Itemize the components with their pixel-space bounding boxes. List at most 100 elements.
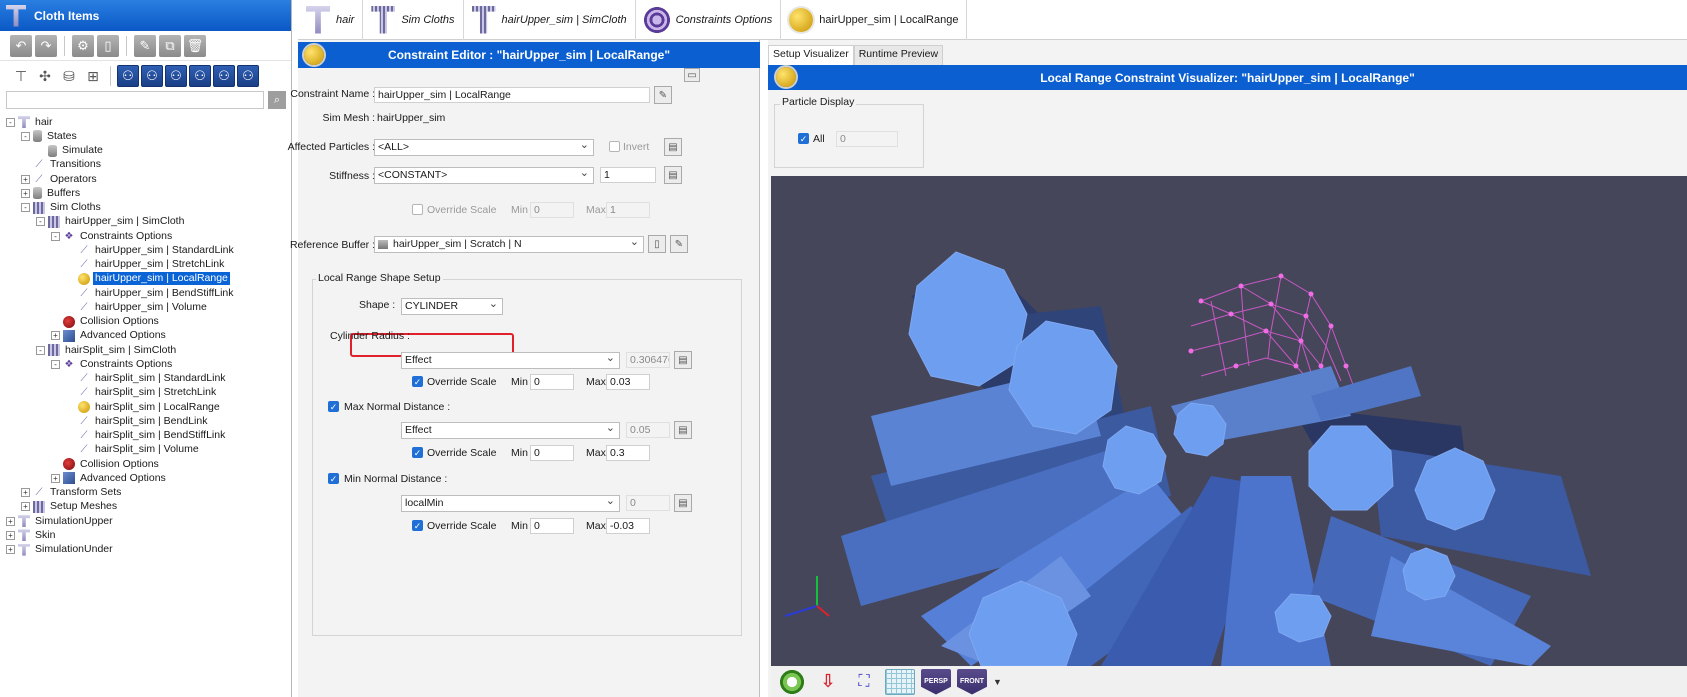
max-normal-distance-menu-icon[interactable]: ▤ (674, 421, 692, 439)
tree-item[interactable]: Collision Options (0, 315, 291, 329)
tree-item[interactable]: + ⟋ Transform Sets (0, 486, 291, 500)
tree-item[interactable]: - hairUpper_sim | SimCloth (0, 215, 291, 229)
cylinder-max-field[interactable]: 0.03 (606, 374, 650, 390)
new-document-icon[interactable]: ▯ (97, 34, 119, 57)
tree-item[interactable]: - States (0, 129, 291, 143)
tree-item[interactable]: + ⟋ Operators (0, 172, 291, 186)
add-transform-icon[interactable]: ⊞ (82, 65, 104, 87)
copy-icon[interactable]: ⧉ (159, 34, 181, 57)
tab-setup-visualizer[interactable]: Setup Visualizer (768, 45, 854, 65)
orbit-ring-icon[interactable] (777, 668, 807, 695)
max-normal-distance-select[interactable]: Effect (401, 422, 620, 439)
toggle-view-2-icon[interactable]: ⚇ (141, 65, 163, 87)
tree-item[interactable]: - hairSplit_sim | SimCloth (0, 343, 291, 357)
toggle-view-4-icon[interactable]: ⚇ (189, 65, 211, 87)
tree-item[interactable]: hairUpper_sim | LocalRange (0, 272, 291, 286)
collapse-toggle-icon[interactable]: - (21, 131, 30, 141)
tree-item[interactable]: ⟋ hairSplit_sim | StretchLink (0, 386, 291, 400)
toggle-view-3-icon[interactable]: ⚇ (165, 65, 187, 87)
min-normal-distance-menu-icon[interactable]: ▤ (674, 494, 692, 512)
redo-icon[interactable]: ↷ (35, 34, 57, 57)
min-normal-distance-value[interactable]: 0 (626, 495, 670, 511)
stiffness-menu-icon[interactable]: ▤ (664, 166, 682, 184)
tree-item[interactable]: + Buffers (0, 186, 291, 200)
tree-item[interactable]: + Setup Meshes (0, 500, 291, 514)
shape-select[interactable]: CYLINDER (401, 298, 503, 315)
collapse-icon[interactable]: ▭ (684, 68, 700, 82)
tree-item[interactable]: ⟋ hairSplit_sim | StandardLink (0, 372, 291, 386)
collapse-toggle-icon[interactable]: - (51, 359, 60, 369)
collapse-toggle-icon[interactable]: - (51, 231, 60, 241)
rename-edit-icon[interactable]: ✎ (654, 86, 672, 104)
expand-toggle-icon[interactable]: + (21, 188, 30, 198)
tab-ball[interactable]: hairUpper_sim | LocalRange (781, 0, 968, 40)
expand-toggle-icon[interactable]: + (21, 502, 30, 512)
constraint-name-field[interactable]: hairUpper_sim | LocalRange (374, 87, 650, 103)
tree-item[interactable]: hairSplit_sim | LocalRange (0, 400, 291, 414)
tree-item[interactable]: + Advanced Options (0, 329, 291, 343)
particle-all-checkbox[interactable]: ✓ (798, 133, 809, 144)
tree-item[interactable]: - Sim Cloths (0, 201, 291, 215)
collapse-toggle-icon[interactable]: - (36, 345, 45, 355)
affected-particles-menu-icon[interactable]: ▤ (664, 138, 682, 156)
reference-buffer-new-icon[interactable]: ▯ (648, 235, 666, 253)
toggle-view-6-icon[interactable]: ⚇ (237, 65, 259, 87)
max-normal-max-field[interactable]: 0.3 (606, 445, 650, 461)
tab-mesh[interactable]: hairUpper_sim | SimCloth (464, 0, 636, 40)
delete-trash-icon[interactable]: 🗑 (184, 34, 206, 57)
view-dropdown-chevron-icon[interactable]: ▼ (993, 677, 1002, 687)
min-normal-max-field[interactable]: -0.03 (606, 518, 650, 534)
cylinder-radius-value[interactable]: 0.3064765 (626, 352, 670, 368)
cylinder-override-scale-checkbox[interactable]: ✓ (412, 376, 423, 387)
cylinder-radius-select[interactable]: Effect (401, 352, 620, 369)
affected-particles-select[interactable]: <ALL> (374, 139, 594, 156)
particle-count-spinner[interactable]: 0 (836, 131, 898, 147)
cylinder-radius-menu-icon[interactable]: ▤ (674, 351, 692, 369)
cylinder-min-field[interactable]: 0 (530, 374, 574, 390)
min-normal-distance-checkbox[interactable]: ✓ (328, 473, 339, 484)
tree-item[interactable]: - ❖ Constraints Options (0, 229, 291, 243)
tree-item[interactable]: Collision Options (0, 457, 291, 471)
tree-item[interactable]: + Advanced Options (0, 471, 291, 485)
move-arrow-icon[interactable]: ⇩ (813, 669, 843, 695)
expand-toggle-icon[interactable]: + (6, 516, 15, 526)
min-normal-distance-select[interactable]: localMin (401, 495, 620, 512)
expand-toggle-icon[interactable]: + (21, 174, 30, 184)
search-icon[interactable]: ⌕ (268, 91, 286, 109)
add-cloth-icon[interactable]: ⊤ (10, 65, 32, 87)
tree-item[interactable]: ⟋ hairUpper_sim | StandardLink (0, 243, 291, 257)
tree-item[interactable]: + SimulationUnder (0, 543, 291, 557)
collapse-toggle-icon[interactable]: - (21, 203, 30, 213)
expand-toggle-icon[interactable]: + (51, 331, 60, 341)
3d-viewport[interactable] (771, 176, 1687, 666)
stiffness-max-field[interactable]: 1 (606, 202, 650, 218)
stiffness-override-scale-checkbox[interactable] (412, 204, 423, 215)
tree-item[interactable]: ⟋ hairUpper_sim | StretchLink (0, 258, 291, 272)
tab-runtime-preview[interactable]: Runtime Preview (853, 45, 944, 65)
tree-item[interactable]: ⟋ hairSplit_sim | BendStiffLink (0, 429, 291, 443)
tree-item[interactable]: - ❖ Constraints Options (0, 357, 291, 371)
tree-item[interactable]: ⟋ hairSplit_sim | BendLink (0, 414, 291, 428)
tree-item[interactable]: + Skin (0, 528, 291, 542)
edit-icon[interactable]: ✎ (134, 34, 156, 57)
reference-buffer-select[interactable]: hairUpper_sim | Scratch | N (374, 236, 644, 253)
min-normal-override-scale-checkbox[interactable]: ✓ (412, 520, 423, 531)
toggle-view-1-icon[interactable]: ⚇ (117, 65, 139, 87)
tree-item[interactable]: ⟋ Transitions (0, 158, 291, 172)
toggle-view-5-icon[interactable]: ⚇ (213, 65, 235, 87)
undo-icon[interactable]: ↶ (10, 34, 32, 57)
tree-search-input[interactable] (6, 91, 264, 109)
stiffness-min-field[interactable]: 0 (530, 202, 574, 218)
tree-item[interactable]: Simulate (0, 144, 291, 158)
tab-shirt[interactable]: hair (298, 0, 364, 40)
tab-mesh[interactable]: Sim Cloths (363, 0, 464, 40)
tree-item[interactable]: ⟋ hairUpper_sim | BendStiffLink (0, 286, 291, 300)
collapse-toggle-icon[interactable]: - (36, 217, 45, 227)
add-operator-icon[interactable]: ✣ (34, 65, 56, 87)
expand-toggle-icon[interactable]: + (6, 530, 15, 540)
expand-toggle-icon[interactable]: + (51, 473, 60, 483)
stiffness-select[interactable]: <CONSTANT> (374, 167, 594, 184)
tree-item[interactable]: ⟋ hairUpper_sim | Volume (0, 300, 291, 314)
reference-buffer-edit-icon[interactable]: ✎ (670, 235, 688, 253)
frame-selection-icon[interactable]: ⛶ (849, 669, 879, 695)
